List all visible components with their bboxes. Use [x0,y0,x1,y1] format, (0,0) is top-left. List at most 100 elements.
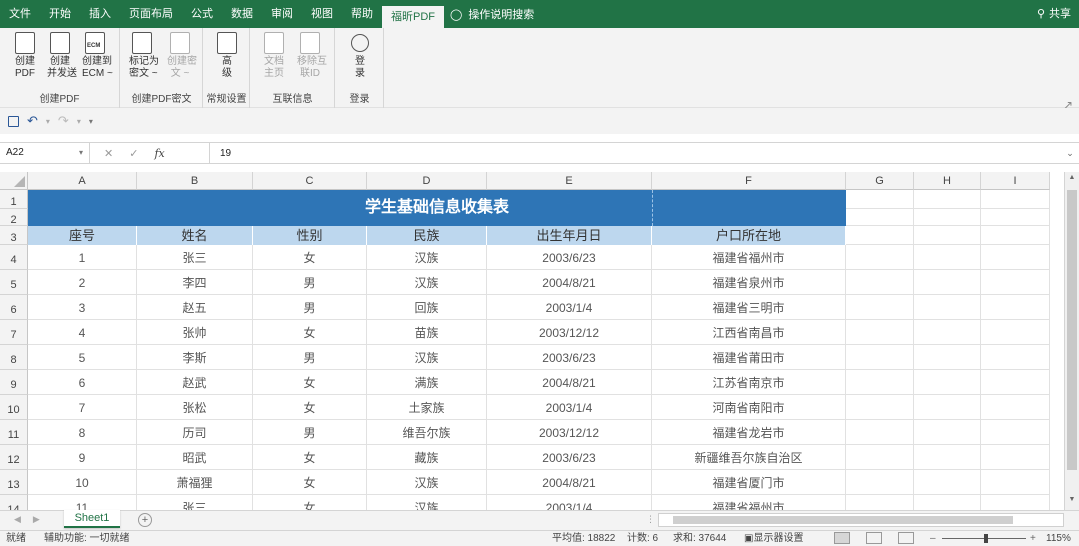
vertical-scroll-thumb[interactable] [1067,190,1077,470]
undo-icon[interactable]: ↶ [27,113,38,129]
grid-cell[interactable] [846,370,914,395]
horizontal-scrollbar[interactable] [658,513,1064,527]
table-cell[interactable]: 张松 [137,395,253,420]
table-cell[interactable]: 女 [253,320,367,345]
column-header-b[interactable]: B [137,172,253,190]
column-header-a[interactable]: A [28,172,137,190]
grid-cell[interactable] [914,445,981,470]
grid-cell[interactable] [914,345,981,370]
grid-cell[interactable] [914,420,981,445]
table-cell[interactable]: 6 [28,370,137,395]
vertical-scrollbar[interactable]: ▲ ▼ [1064,172,1079,510]
table-cell[interactable]: 张三 [137,495,253,510]
table-cell[interactable]: 4 [28,320,137,345]
table-cell[interactable]: 维吾尔族 [367,420,487,445]
grid-cell[interactable] [981,370,1050,395]
tab-insert[interactable]: 插入 [80,0,120,28]
expand-formula-icon[interactable]: ⌄ [1061,148,1079,159]
grid-cell[interactable] [981,295,1050,320]
table-cell[interactable]: 土家族 [367,395,487,420]
login-button[interactable]: 登 录 [347,32,373,80]
grid-cell[interactable] [981,209,1050,226]
table-cell[interactable]: 张三 [137,245,253,270]
grid-cell[interactable] [914,495,981,510]
chevron-down-icon[interactable]: ▾ [79,143,83,163]
tab-file[interactable]: 文件 [0,0,40,28]
table-cell[interactable]: 福建省莆田市 [652,345,846,370]
cancel-icon[interactable]: ✕ [104,147,113,160]
scroll-down-icon[interactable]: ▼ [1067,496,1077,508]
tell-me-search[interactable]: ◯ 操作说明搜索 [450,6,534,22]
tab-formulas[interactable]: 公式 [182,0,222,28]
table-cell[interactable]: 女 [253,395,367,420]
row-header[interactable]: 2 [0,209,28,226]
zoom-in-button[interactable]: + [1030,531,1036,546]
table-cell[interactable]: 藏族 [367,445,487,470]
table-title[interactable]: 学生基础信息收集表 [28,190,846,226]
grid-cell[interactable] [914,245,981,270]
row-header[interactable]: 1 [0,190,28,209]
grid-cell[interactable] [914,209,981,226]
table-cell[interactable]: 2003/12/12 [487,320,652,345]
grid-cell[interactable] [981,445,1050,470]
table-cell[interactable]: 苗族 [367,320,487,345]
row-header[interactable]: 3 [0,226,28,245]
table-cell[interactable]: 2003/1/4 [487,395,652,420]
table-cell[interactable]: 福建省厦门市 [652,470,846,495]
table-cell[interactable]: 8 [28,420,137,445]
row-header[interactable]: 14 [0,495,28,510]
zoom-slider-thumb[interactable] [984,534,988,543]
grid-cell[interactable] [846,320,914,345]
table-cell[interactable]: 9 [28,445,137,470]
table-cell[interactable]: 江西省南昌市 [652,320,846,345]
table-cell[interactable]: 汉族 [367,470,487,495]
table-cell[interactable]: 2003/6/23 [487,245,652,270]
row-header[interactable]: 6 [0,295,28,320]
grid-cell[interactable] [981,245,1050,270]
grid-cell[interactable] [914,295,981,320]
column-header-f[interactable]: F [652,172,846,190]
share-button[interactable]: ⚲ 共享 [1037,0,1071,28]
grid-cell[interactable] [846,226,914,245]
splitter-handle[interactable]: ⋮ [646,514,655,525]
grid-cell[interactable] [914,320,981,345]
table-header-cell[interactable]: 民族 [367,226,487,245]
display-settings-button[interactable]: ▣ 显示器设置 [744,531,803,546]
redo-dropdown-icon[interactable]: ▾ [77,117,81,126]
table-cell[interactable]: 2 [28,270,137,295]
grid-cell[interactable] [846,495,914,510]
table-cell[interactable]: 汉族 [367,245,487,270]
grid-cell[interactable] [981,270,1050,295]
table-cell[interactable]: 女 [253,370,367,395]
table-header-cell[interactable]: 户口所在地 [652,226,846,245]
table-cell[interactable]: 赵五 [137,295,253,320]
tab-data[interactable]: 数据 [222,0,262,28]
table-cell[interactable]: 李四 [137,270,253,295]
table-cell[interactable]: 3 [28,295,137,320]
remove-connected-id-button[interactable]: 移除互 联ID [297,32,327,80]
table-cell[interactable]: 女 [253,470,367,495]
customize-qat-icon[interactable]: ▾ [89,117,93,126]
formula-input[interactable]: 19 [210,148,1061,159]
normal-view-button[interactable] [834,532,850,544]
row-header[interactable]: 10 [0,395,28,420]
row-header[interactable]: 13 [0,470,28,495]
grid-cell[interactable] [846,345,914,370]
table-cell[interactable]: 女 [253,245,367,270]
table-cell[interactable]: 新疆维吾尔族自治区 [652,445,846,470]
column-header-d[interactable]: D [367,172,487,190]
table-cell[interactable]: 5 [28,345,137,370]
create-and-send-button[interactable]: 创建 并发送 [47,32,77,80]
page-break-view-button[interactable] [898,532,914,544]
sheet-nav-arrows[interactable]: ◀▶ [14,514,52,525]
grid-cell[interactable] [981,395,1050,420]
grid-cell[interactable] [981,495,1050,510]
table-cell[interactable]: 1 [28,245,137,270]
grid-cell[interactable] [981,345,1050,370]
grid-cell[interactable] [846,245,914,270]
table-cell[interactable]: 男 [253,345,367,370]
scroll-up-icon[interactable]: ▲ [1067,174,1077,186]
grid-cell[interactable] [846,270,914,295]
table-cell[interactable]: 张帅 [137,320,253,345]
table-cell[interactable]: 2004/8/21 [487,370,652,395]
